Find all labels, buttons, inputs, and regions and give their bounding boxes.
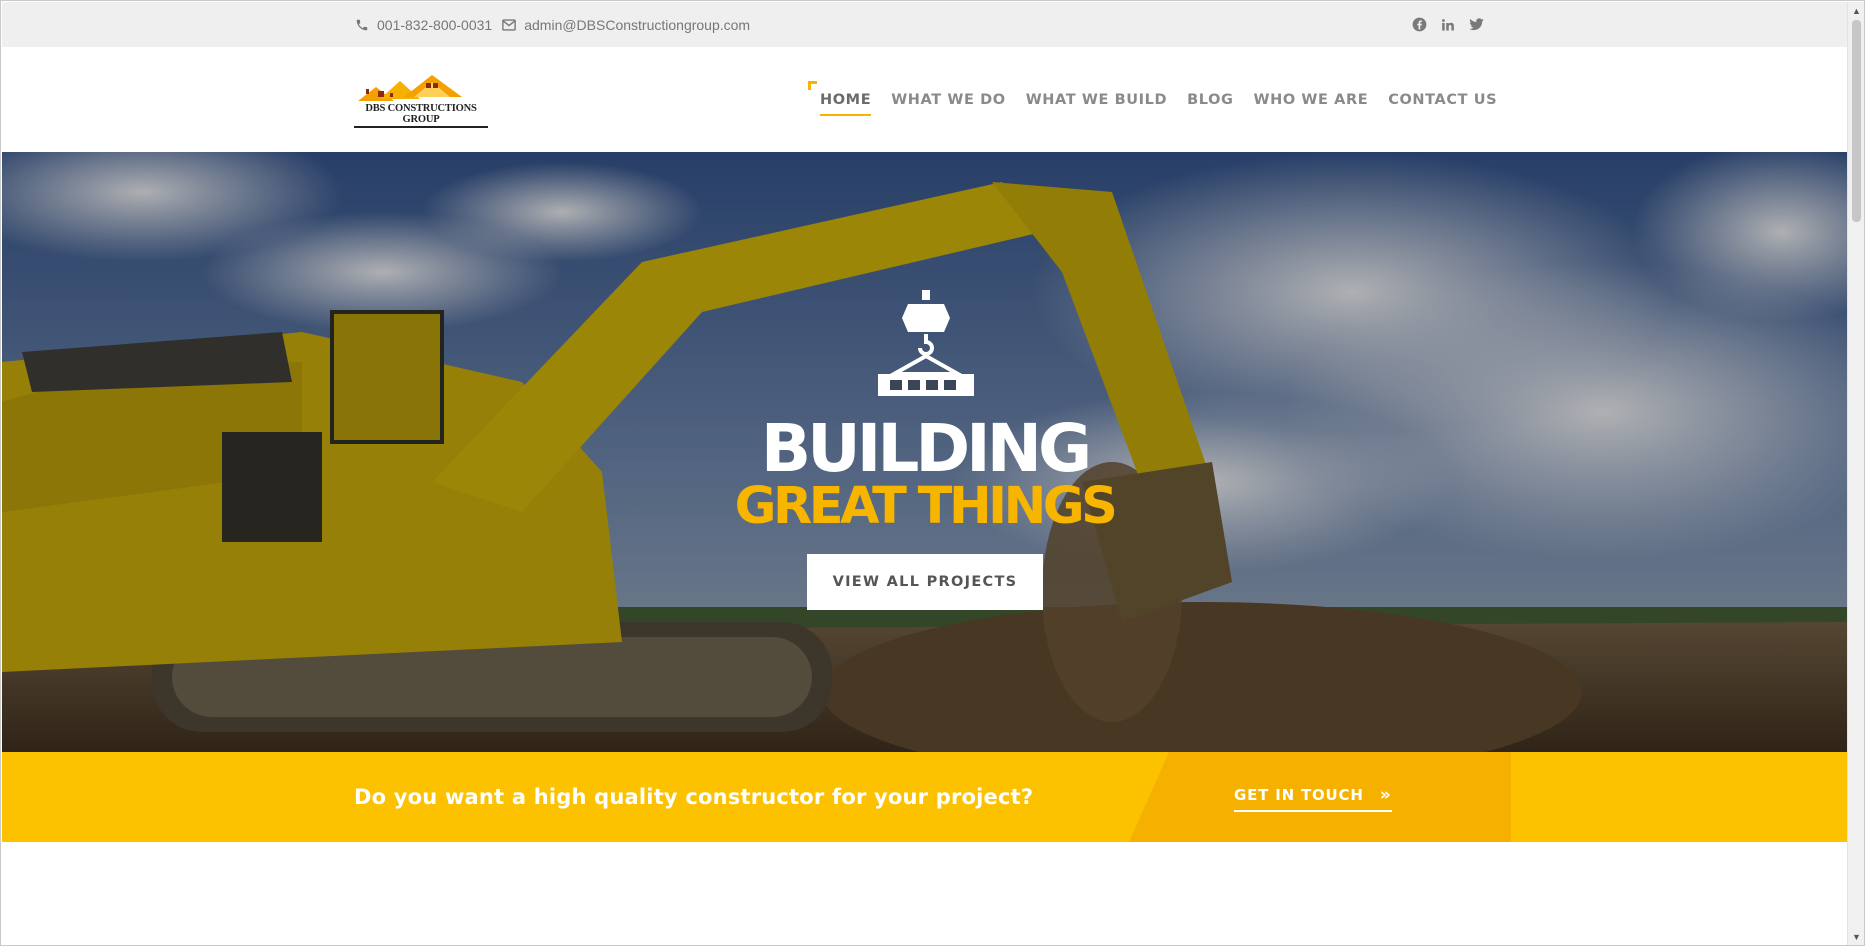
hero-title-line-1: BUILDING xyxy=(760,410,1092,487)
nav-what-we-build[interactable]: WHAT WE BUILD xyxy=(1026,85,1167,115)
contact-info: 001-832-800-0031 admin@DBSConstructiongr… xyxy=(355,2,760,47)
double-chevron-right-icon: » xyxy=(1379,785,1392,805)
crane-hook-icon xyxy=(878,290,974,396)
nav-who-we-are[interactable]: WHO WE ARE xyxy=(1254,85,1369,115)
site-header: DBS CONSTRUCTIONS GROUP HOME WHAT WE DO … xyxy=(2,47,1847,152)
main-navigation: HOME WHAT WE DO WHAT WE BUILD BLOG WHO W… xyxy=(820,47,1517,152)
social-links xyxy=(1412,2,1498,47)
linkedin-icon[interactable] xyxy=(1441,18,1455,32)
phone-number: 001-832-800-0031 xyxy=(377,16,493,33)
nav-blog[interactable]: BLOG xyxy=(1187,85,1233,115)
facebook-icon[interactable] xyxy=(1412,17,1427,32)
nav-what-we-do[interactable]: WHAT WE DO xyxy=(891,85,1005,115)
twitter-icon[interactable] xyxy=(1469,18,1484,31)
phone-contact[interactable]: 001-832-800-0031 xyxy=(355,17,492,33)
scroll-up-arrow-icon[interactable]: ▲ xyxy=(1848,4,1864,18)
nav-corner-accent xyxy=(808,81,817,90)
nav-contact-us[interactable]: CONTACT US xyxy=(1388,85,1497,115)
scroll-down-arrow-icon[interactable]: ▼ xyxy=(1848,930,1864,944)
page-scrollbar[interactable]: ▲ ▼ xyxy=(1847,2,1864,945)
get-in-touch-link[interactable]: GET IN TOUCH » xyxy=(1234,782,1392,812)
nav-home[interactable]: HOME xyxy=(820,85,872,116)
logo-wordmark: DBS CONSTRUCTIONS GROUP xyxy=(354,103,488,128)
house-roof-logo-icon xyxy=(358,75,462,101)
get-in-touch-label: GET IN TOUCH xyxy=(1234,786,1364,804)
email-contact[interactable]: admin@DBSConstructiongroup.com xyxy=(502,17,750,33)
site-logo[interactable]: DBS CONSTRUCTIONS GROUP xyxy=(354,75,488,128)
top-contact-bar: 001-832-800-0031 admin@DBSConstructiongr… xyxy=(2,2,1847,47)
view-all-projects-button[interactable]: VIEW ALL PROJECTS xyxy=(807,554,1043,610)
hero-banner: BUILDING GREAT THINGS VIEW ALL PROJECTS xyxy=(2,152,1847,752)
cta-band: Do you want a high quality constructor f… xyxy=(2,752,1847,842)
hero-title-line-2: GREAT THINGS xyxy=(734,477,1118,536)
scrollbar-thumb[interactable] xyxy=(1852,20,1861,222)
envelope-icon xyxy=(502,18,517,31)
phone-icon xyxy=(356,19,368,30)
email-address: admin@DBSConstructiongroup.com xyxy=(524,16,751,33)
cta-text: Do you want a high quality constructor f… xyxy=(354,785,1034,809)
browser-viewport: 001-832-800-0031 admin@DBSConstructiongr… xyxy=(0,0,1865,946)
